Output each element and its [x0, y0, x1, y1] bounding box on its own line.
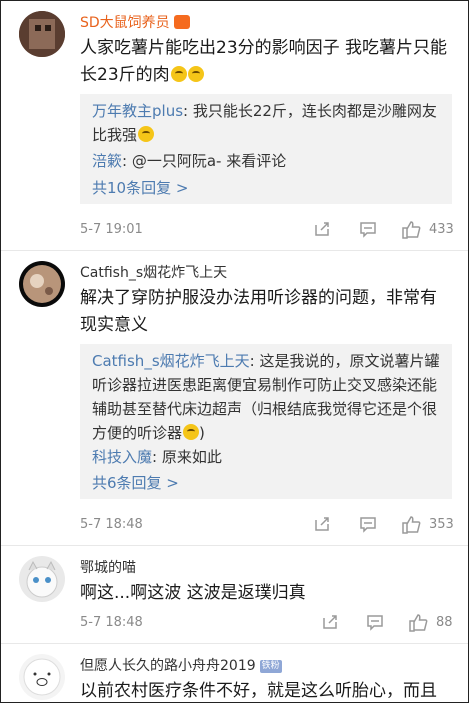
reply-user[interactable]: 科技入魔 [92, 448, 152, 466]
comment-text: 啊这...啊这波 这波是返璞归真 [80, 583, 306, 603]
comment-text: 解决了穿防护服没办法用听诊器的问题，非常有现实意义 [80, 288, 437, 335]
reply-text: : 原来如此 [152, 448, 222, 466]
username[interactable]: 鄂城的喵 [80, 557, 136, 577]
timestamp: 5-7 18:48 [80, 615, 143, 630]
reply-item[interactable]: 万年教主plus: 我只能长22斤，连长肉都是沙雕网友比我强 [92, 99, 442, 147]
reply-user[interactable]: 万年教主plus [92, 102, 183, 120]
avatar[interactable] [19, 11, 65, 57]
divider [1, 643, 468, 644]
comment-text: 人家吃薯片能吃出23分的影响因子 我吃薯片只能长23斤的肉 [80, 35, 450, 89]
shocked-emoji-icon [170, 66, 187, 82]
username-text: SD大鼠饲养员 [80, 15, 170, 31]
share-icon[interactable] [313, 515, 331, 537]
fan-badge: 铁粉 [259, 660, 282, 673]
planet-avatar-icon [19, 261, 65, 307]
reply-user[interactable]: 涪簌 [92, 152, 122, 170]
vip-badge-icon [173, 15, 190, 29]
pig-avatar-icon [19, 654, 65, 700]
username[interactable]: 但愿人长久的路小舟舟2019 铁粉 [80, 655, 282, 675]
avatar[interactable] [19, 654, 65, 700]
laugh-emoji-icon [138, 126, 155, 142]
share-icon[interactable] [321, 613, 339, 635]
reply-item[interactable]: 科技入魔: 原来如此 [92, 445, 442, 469]
comment-icon[interactable] [359, 515, 377, 537]
like-count: 433 [429, 222, 454, 237]
avatar[interactable] [19, 556, 65, 602]
username-text: 但愿人长久的路小舟舟2019 [80, 658, 256, 674]
reply-item[interactable]: 涪簌: @一只阿阮a- 来看评论 [92, 149, 442, 173]
cat-avatar-icon [19, 556, 65, 602]
comment-meta: 5-7 18:48 88 [80, 613, 456, 635]
laugh-emoji-icon [183, 424, 200, 440]
like-icon[interactable] [401, 515, 421, 539]
divider [1, 250, 468, 251]
username[interactable]: Catfish_s烟花炸飞上天 [80, 262, 227, 282]
username[interactable]: SD大鼠饲养员 [80, 12, 190, 32]
reply-box: Catfish_s烟花炸飞上天: 这是我说的，原文说薯片罐听诊器拉进医患距离便宜… [80, 344, 452, 499]
like-count: 353 [429, 517, 454, 532]
timestamp: 5-7 19:01 [80, 222, 143, 237]
comment-meta: 5-7 19:01 433 [80, 220, 456, 242]
more-replies-link[interactable]: 共10条回复 > [92, 177, 188, 198]
share-icon[interactable] [313, 220, 331, 242]
reply-user[interactable]: Catfish_s烟花炸飞上天 [92, 352, 250, 370]
comment-icon[interactable] [359, 220, 377, 242]
more-replies-link[interactable]: 共6条回复 > [92, 472, 179, 493]
timestamp: 5-7 18:48 [80, 517, 143, 532]
avatar-image-icon [19, 11, 65, 57]
like-icon[interactable] [408, 613, 428, 637]
like-count: 88 [436, 615, 453, 630]
reply-box: 万年教主plus: 我只能长22斤，连长肉都是沙雕网友比我强 涪簌: @一只阿阮… [80, 94, 452, 204]
shocked-emoji-icon [187, 66, 204, 82]
comment-icon[interactable] [366, 613, 384, 635]
reply-item[interactable]: Catfish_s烟花炸飞上天: 这是我说的，原文说薯片罐听诊器拉进医患距离便宜… [92, 349, 442, 445]
avatar[interactable] [19, 261, 65, 307]
divider [1, 545, 468, 546]
comment-text-content: 人家吃薯片能吃出23分的影响因子 我吃薯片只能长23斤的肉 [80, 38, 448, 85]
comment-meta: 5-7 18:48 353 [80, 515, 456, 537]
comment-text: 以前农村医疗条件不好，就是这么听胎心，而且 [80, 681, 437, 701]
reply-text: : @一只阿阮a- 来看评论 [122, 152, 287, 170]
comment-list: SD大鼠饲养员 人家吃薯片能吃出23分的影响因子 我吃薯片只能长23斤的肉 万年… [0, 0, 469, 703]
like-icon[interactable] [401, 220, 421, 244]
